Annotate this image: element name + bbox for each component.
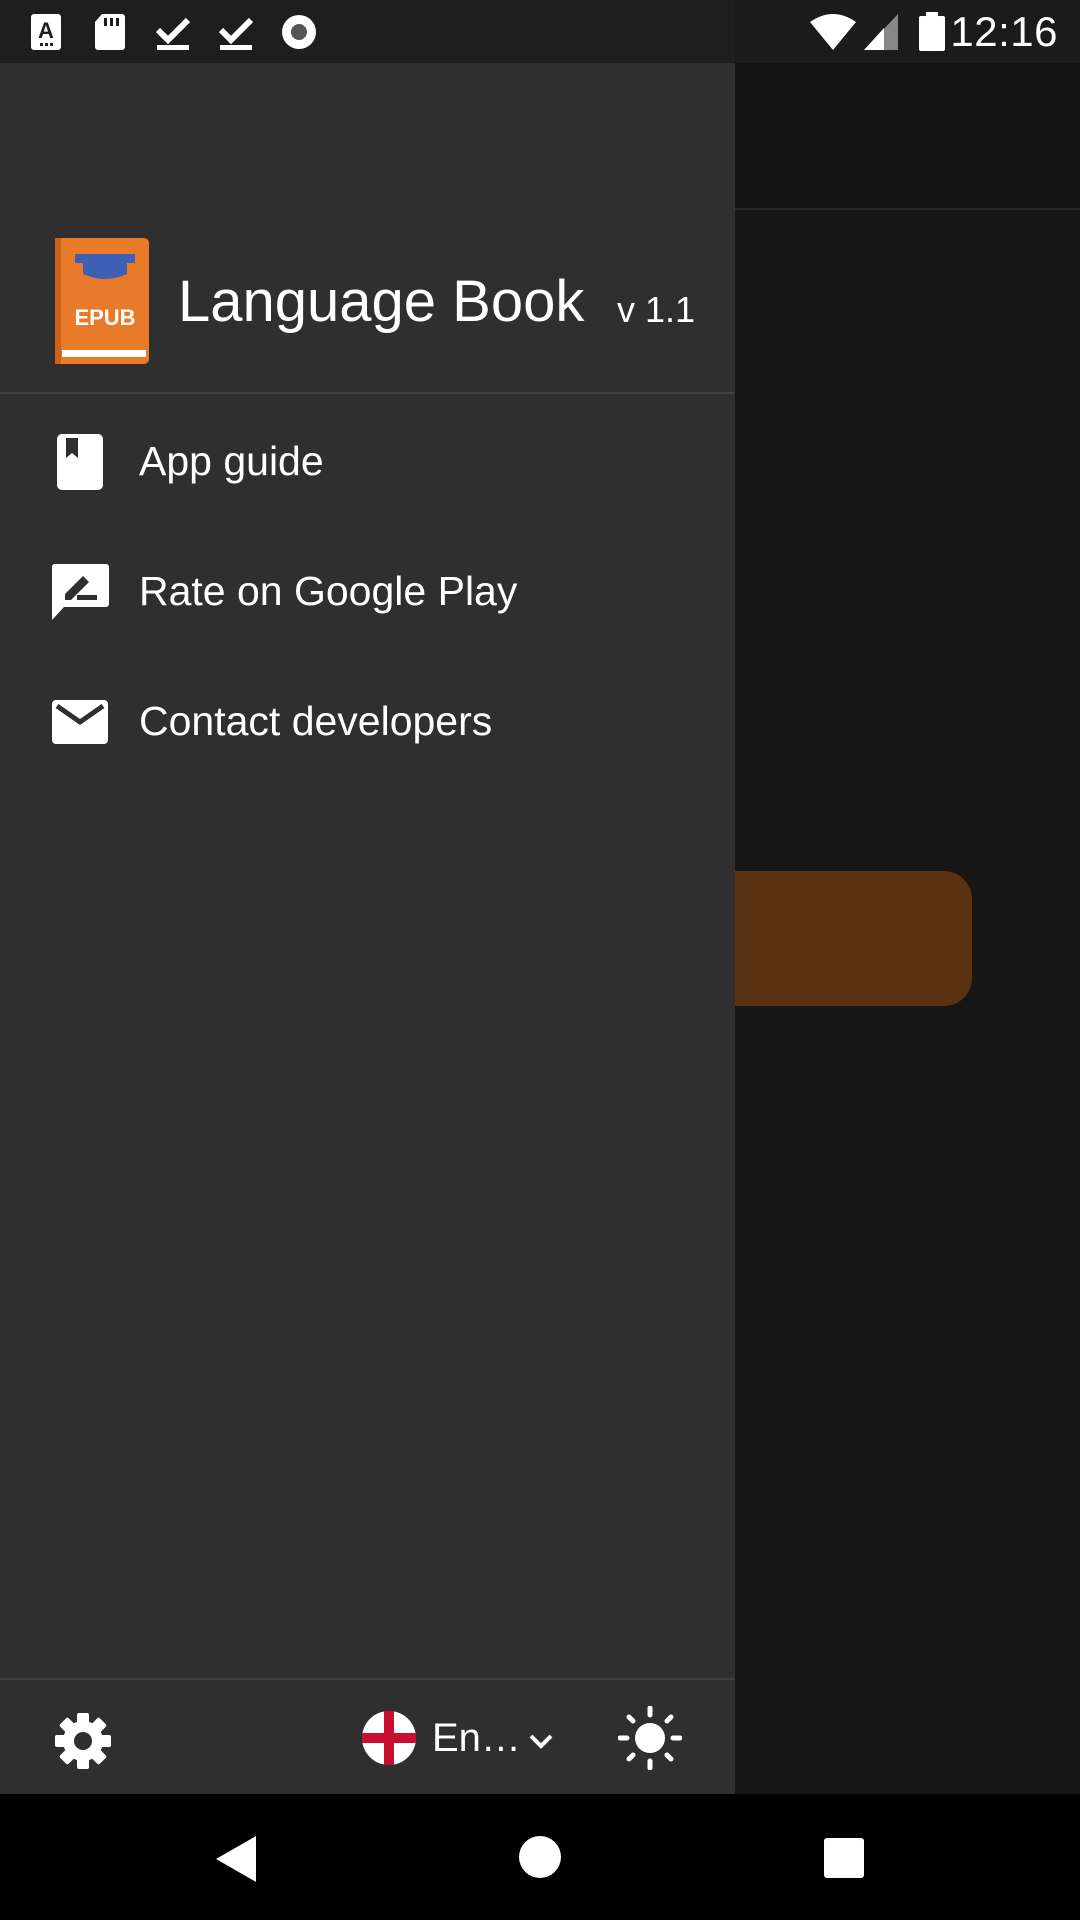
drawer-menu: App guide Rate on Google Play Contact de… bbox=[0, 396, 735, 786]
england-flag-icon bbox=[362, 1711, 416, 1765]
logo-epub-text: EPUB bbox=[74, 305, 135, 330]
status-time: 12:16 bbox=[950, 8, 1058, 55]
gear-icon[interactable] bbox=[52, 1710, 114, 1772]
system-nav-bar bbox=[0, 1794, 1080, 1920]
language-select[interactable]: En… bbox=[358, 1704, 558, 1774]
download-done-icon bbox=[155, 17, 191, 50]
back-icon[interactable] bbox=[214, 1834, 258, 1884]
app-logo: EPUB bbox=[55, 238, 149, 364]
brightness-icon[interactable] bbox=[618, 1706, 682, 1770]
menu-item-app-guide[interactable]: App guide bbox=[0, 396, 735, 526]
battery-icon bbox=[919, 12, 945, 51]
menu-item-label: Rate on Google Play bbox=[139, 568, 518, 614]
menu-item-contact-developers[interactable]: Contact developers bbox=[0, 656, 735, 786]
mail-icon bbox=[52, 700, 108, 744]
wifi-icon bbox=[810, 14, 856, 50]
chevron-down-icon bbox=[529, 1734, 553, 1749]
app-version: v 1.1 bbox=[617, 289, 696, 330]
svg-text:A: A bbox=[38, 18, 54, 43]
status-bar: A 12:16 bbox=[0, 0, 1080, 63]
cell-signal-icon bbox=[864, 14, 898, 50]
rate-review-icon bbox=[51, 564, 109, 620]
menu-item-label: App guide bbox=[139, 438, 324, 484]
navigation-drawer: EPUB Language Book v 1.1 App guide Rate … bbox=[0, 63, 735, 1794]
language-label: En… bbox=[432, 1716, 521, 1760]
home-icon[interactable] bbox=[519, 1836, 561, 1878]
recents-icon[interactable] bbox=[824, 1838, 864, 1878]
drawer-footer: En… bbox=[0, 1678, 735, 1794]
record-icon bbox=[282, 15, 316, 49]
book-icon bbox=[57, 434, 103, 490]
download-done-icon bbox=[218, 17, 254, 50]
text-a-icon: A bbox=[31, 14, 61, 50]
drawer-header: EPUB Language Book v 1.1 bbox=[0, 63, 735, 394]
menu-item-label: Contact developers bbox=[139, 698, 493, 744]
app-title: Language Book bbox=[178, 269, 585, 334]
menu-item-rate-on-google-play[interactable]: Rate on Google Play bbox=[0, 526, 735, 656]
sd-card-icon bbox=[95, 14, 125, 50]
